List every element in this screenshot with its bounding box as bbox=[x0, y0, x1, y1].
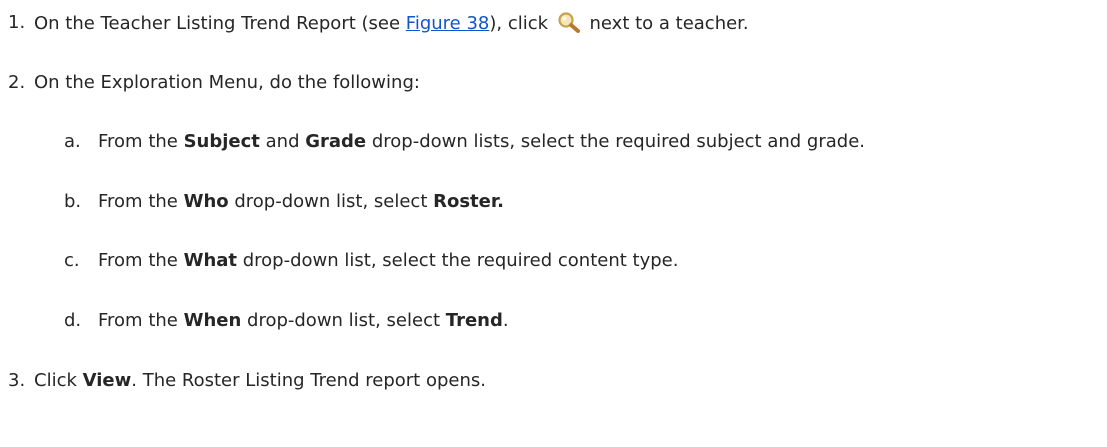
text-part: From the bbox=[98, 310, 184, 331]
step-text-part: . The Roster Listing Trend report opens. bbox=[131, 370, 486, 391]
step-text-part: ), click bbox=[489, 13, 554, 34]
step-text-part: Click bbox=[34, 370, 83, 391]
text-part: From the bbox=[98, 191, 184, 212]
bold-term: Subject bbox=[183, 131, 260, 152]
bold-term: View bbox=[82, 370, 132, 391]
bold-term: What bbox=[183, 250, 238, 271]
step-number: 2. bbox=[8, 72, 26, 93]
bold-term: Trend bbox=[445, 310, 503, 331]
step-number: 1. bbox=[8, 12, 26, 33]
step-text-part: On the Teacher Listing Trend Report (see bbox=[34, 13, 406, 34]
text-part: drop-down list, select bbox=[241, 310, 446, 331]
text-part: and bbox=[259, 131, 306, 152]
text-part: . bbox=[502, 310, 509, 331]
substep-letter: b. bbox=[64, 191, 82, 212]
step-text: Click View. The Roster Listing Trend rep… bbox=[34, 369, 486, 393]
text-part: drop-down lists, select the required sub… bbox=[366, 131, 865, 152]
substep-text: From the When drop-down list, select Tre… bbox=[98, 309, 509, 333]
bold-term: When bbox=[183, 310, 242, 331]
bold-term: Who bbox=[183, 191, 229, 212]
bold-term: Roster. bbox=[433, 191, 505, 212]
bold-term: Grade bbox=[305, 131, 367, 152]
step-text: On the Teacher Listing Trend Report (see… bbox=[34, 11, 749, 36]
text-part: From the bbox=[98, 131, 184, 152]
substep-letter: d. bbox=[64, 310, 82, 331]
step-number: 3. bbox=[8, 370, 26, 391]
substep-text: From the Subject and Grade drop-down lis… bbox=[98, 130, 865, 154]
step-text: On the Exploration Menu, do the followin… bbox=[34, 72, 420, 93]
substep-text: From the What drop-down list, select the… bbox=[98, 249, 678, 273]
text-part: drop-down list, select bbox=[228, 191, 434, 212]
substep-letter: c. bbox=[64, 250, 80, 271]
substep-letter: a. bbox=[64, 131, 81, 152]
substep-text: From the Who drop-down list, select Rost… bbox=[98, 190, 504, 214]
magnifier-icon bbox=[557, 11, 581, 33]
step-text-part: next to a teacher. bbox=[583, 13, 749, 34]
instructions-document: 1. On the Teacher Listing Trend Report (… bbox=[0, 0, 1107, 447]
text-part: From the bbox=[98, 250, 184, 271]
figure-link[interactable]: Figure 38 bbox=[406, 13, 490, 34]
text-part: drop-down list, select the required cont… bbox=[237, 250, 679, 271]
